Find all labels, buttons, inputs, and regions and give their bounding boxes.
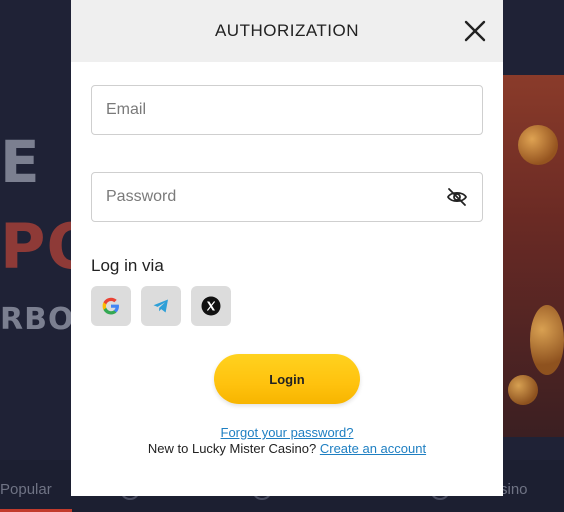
background-tab-casino: sino [500,481,528,498]
google-icon [102,297,119,315]
login-button[interactable]: Login [214,354,360,404]
hero-banner [500,75,564,437]
email-field[interactable] [91,85,483,135]
forgot-password-row: Forgot your password? [71,425,503,440]
login-via-label: Log in via [91,256,164,275]
social-login-row [91,286,231,326]
eye-off-icon [446,188,468,206]
authorization-modal: AUTHORIZATION Log in via [71,0,503,496]
modal-title: AUTHORIZATION [214,21,360,40]
signup-prefix: New to Lucky Mister Casino? [147,441,317,456]
close-icon [464,20,486,42]
x-icon [201,296,221,316]
modal-header: AUTHORIZATION [71,0,503,62]
toggle-password-visibility-button[interactable] [446,187,468,207]
google-login-button[interactable] [91,286,131,326]
forgot-password-link[interactable]: Forgot your password? [221,425,354,440]
email-input[interactable] [92,101,482,119]
background-tab-popular: Popular [0,481,52,498]
background-letter: E [0,128,41,196]
create-account-link[interactable]: Create an account [320,441,426,456]
telegram-icon [153,299,168,313]
signup-row: New to Lucky Mister Casino? Create an ac… [71,441,503,456]
telegram-login-button[interactable] [141,286,181,326]
x-login-button[interactable] [191,286,231,326]
password-field[interactable] [91,172,483,222]
close-button[interactable] [463,19,487,43]
password-input[interactable] [92,188,482,206]
